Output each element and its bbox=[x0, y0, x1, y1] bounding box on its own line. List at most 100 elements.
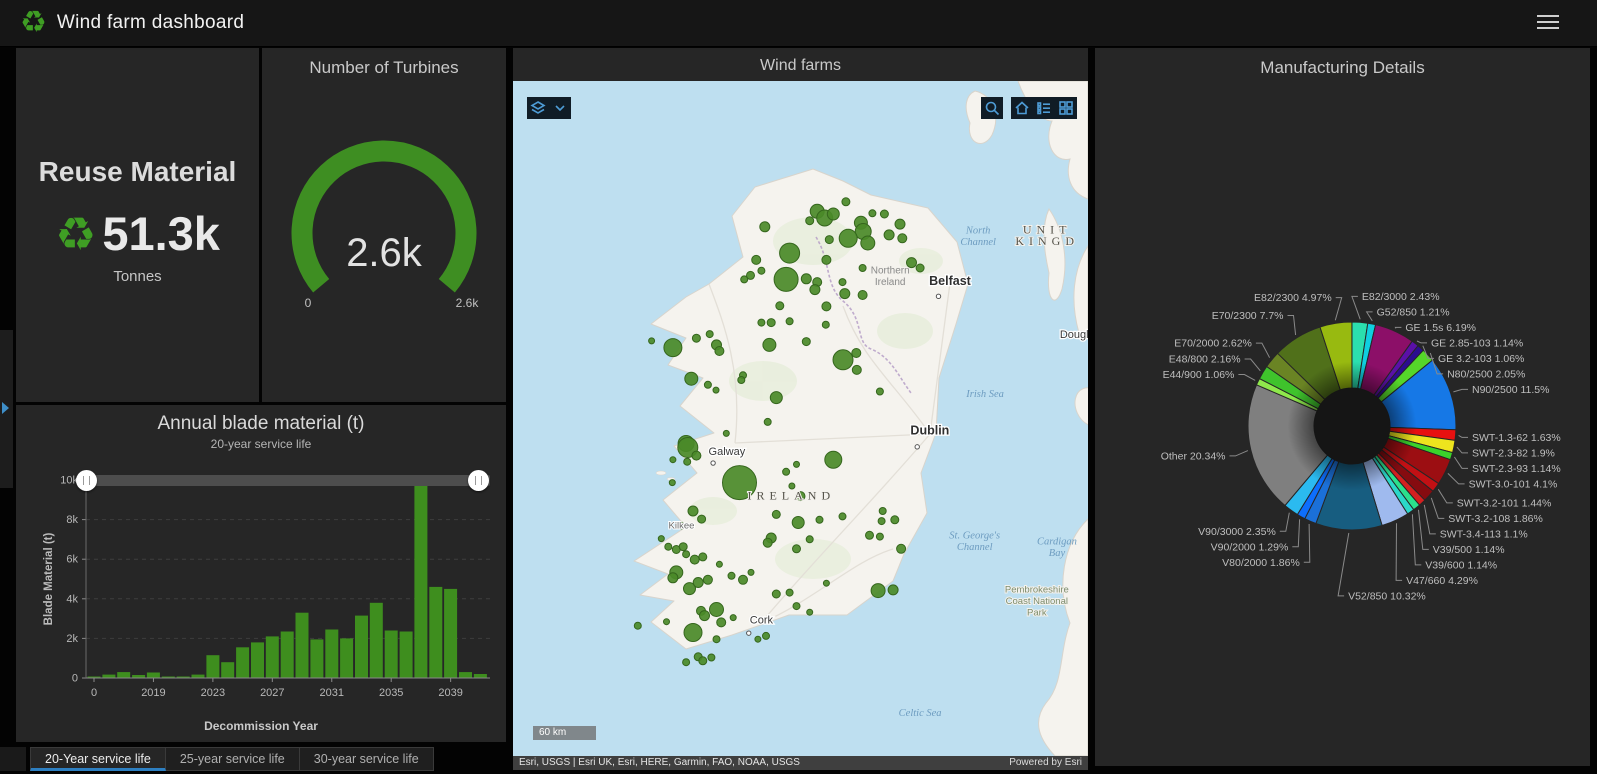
bar-2024[interactable] bbox=[221, 662, 235, 678]
bar-2028[interactable] bbox=[280, 631, 294, 679]
wind-farm-marker[interactable] bbox=[698, 656, 708, 666]
wind-farm-marker[interactable] bbox=[826, 207, 840, 221]
wind-farm-marker[interactable] bbox=[683, 623, 703, 642]
wind-farm-marker[interactable] bbox=[793, 460, 800, 468]
wind-farm-marker[interactable] bbox=[657, 535, 665, 543]
wind-farm-marker[interactable] bbox=[663, 618, 670, 626]
wind-farm-marker[interactable] bbox=[801, 337, 811, 347]
wind-farm-marker[interactable] bbox=[740, 275, 749, 284]
wind-farm-marker[interactable] bbox=[883, 229, 895, 241]
wind-farm-marker[interactable] bbox=[762, 537, 773, 548]
wind-farm-marker[interactable] bbox=[868, 209, 877, 218]
wind-farm-marker[interactable] bbox=[821, 320, 830, 329]
wind-farm-marker[interactable] bbox=[838, 228, 858, 248]
wind-farm-marker[interactable] bbox=[692, 577, 704, 588]
wind-farm-marker[interactable] bbox=[824, 450, 843, 469]
wind-farm-marker[interactable] bbox=[759, 221, 771, 233]
wind-farm-marker[interactable] bbox=[705, 330, 714, 339]
wind-farm-marker[interactable] bbox=[879, 209, 889, 219]
wind-farm-marker[interactable] bbox=[851, 348, 862, 358]
bar-2036[interactable] bbox=[399, 631, 413, 679]
wind-farm-marker[interactable] bbox=[894, 218, 906, 230]
wind-farm-marker[interactable] bbox=[633, 621, 642, 630]
tab-30-year-service-life[interactable]: 30-year service life bbox=[299, 747, 434, 771]
wind-farm-marker[interactable] bbox=[839, 288, 851, 300]
wind-farm-marker[interactable] bbox=[877, 517, 886, 526]
map-canvas[interactable]: Belfast Dublin Galway Cork Kilkee Northern Ire… bbox=[513, 81, 1088, 756]
wind-farm-marker[interactable] bbox=[887, 584, 899, 596]
wind-farm-marker[interactable] bbox=[800, 273, 812, 285]
wind-farm-marker[interactable] bbox=[821, 301, 832, 312]
wind-farm-marker[interactable] bbox=[747, 568, 755, 576]
wind-farm-marker[interactable] bbox=[687, 505, 699, 517]
wind-farm-marker[interactable] bbox=[782, 467, 791, 476]
wind-farm-marker[interactable] bbox=[698, 552, 708, 562]
map-basemap-button[interactable] bbox=[1055, 97, 1077, 119]
wind-farm-marker[interactable] bbox=[712, 386, 720, 394]
wind-farm-marker[interactable] bbox=[779, 242, 801, 264]
wind-farm-marker[interactable] bbox=[766, 318, 776, 328]
bar-2037[interactable] bbox=[414, 485, 428, 678]
wind-farm-marker[interactable] bbox=[669, 456, 677, 464]
wind-farm-marker[interactable] bbox=[678, 542, 688, 552]
tab-25-year-service-life[interactable]: 25-year service life bbox=[165, 747, 300, 771]
bar-2040[interactable] bbox=[459, 672, 472, 678]
year-range-slider-track[interactable] bbox=[86, 475, 490, 486]
wind-farm-marker[interactable] bbox=[815, 515, 824, 524]
range-slider-handle-right[interactable] bbox=[468, 470, 489, 491]
wind-farm-marker[interactable] bbox=[865, 530, 874, 540]
wind-farm-marker[interactable] bbox=[763, 417, 772, 426]
wind-farm-marker[interactable] bbox=[703, 380, 712, 389]
tab-20-year-service-life[interactable]: 20-Year service life bbox=[30, 747, 166, 771]
map-home-button[interactable] bbox=[1011, 97, 1033, 119]
wind-farm-marker[interactable] bbox=[697, 514, 707, 524]
wind-farm-marker[interactable] bbox=[809, 284, 821, 296]
wind-farm-marker[interactable] bbox=[838, 278, 847, 287]
wind-farm-marker[interactable] bbox=[857, 290, 868, 300]
wind-farm-marker[interactable] bbox=[792, 544, 801, 554]
wind-farm-marker[interactable] bbox=[792, 602, 801, 611]
wind-farm-marker[interactable] bbox=[709, 602, 724, 617]
wind-farm-marker[interactable] bbox=[757, 266, 766, 275]
wind-farm-marker[interactable] bbox=[667, 572, 679, 584]
wind-farm-marker[interactable] bbox=[897, 233, 908, 244]
bar-2039[interactable] bbox=[444, 588, 458, 678]
wind-farm-marker[interactable] bbox=[822, 579, 830, 587]
wind-farm-marker[interactable] bbox=[771, 509, 781, 519]
wind-farm-marker[interactable] bbox=[751, 254, 762, 265]
wind-farm-marker[interactable] bbox=[664, 542, 673, 551]
wind-farm-marker[interactable] bbox=[875, 532, 884, 541]
wind-farm-marker[interactable] bbox=[806, 608, 814, 616]
wind-farm-marker[interactable] bbox=[716, 617, 727, 628]
wind-farm-marker[interactable] bbox=[682, 658, 691, 667]
wind-farm-marker[interactable] bbox=[682, 550, 691, 559]
wind-farm-marker[interactable] bbox=[727, 571, 736, 580]
wind-farm-marker[interactable] bbox=[683, 457, 692, 466]
layers-dropdown-button[interactable] bbox=[549, 97, 571, 119]
wind-farm-marker[interactable] bbox=[737, 376, 746, 384]
wind-farm-marker[interactable] bbox=[775, 301, 785, 311]
wind-farm-marker[interactable] bbox=[805, 535, 814, 544]
wind-farm-marker[interactable] bbox=[890, 515, 900, 525]
bar-2022[interactable] bbox=[191, 674, 205, 678]
wind-farm-marker[interactable] bbox=[832, 349, 854, 371]
wind-farm-marker[interactable] bbox=[875, 387, 884, 396]
wind-farm-marker[interactable] bbox=[691, 450, 702, 461]
hamburger-menu-icon[interactable] bbox=[1537, 15, 1559, 31]
wind-farm-marker[interactable] bbox=[762, 631, 770, 640]
wind-farm-marker[interactable] bbox=[722, 429, 730, 437]
bar-2031[interactable] bbox=[325, 629, 339, 679]
bar-2038[interactable] bbox=[429, 586, 443, 678]
wind-farm-marker[interactable] bbox=[878, 507, 887, 515]
bar-2017[interactable] bbox=[117, 672, 131, 678]
wind-farm-marker[interactable] bbox=[757, 318, 766, 327]
bar-2030[interactable] bbox=[310, 639, 324, 678]
wind-farm-marker[interactable] bbox=[785, 588, 794, 597]
wind-farm-marker[interactable] bbox=[762, 337, 777, 352]
map-layers-button[interactable] bbox=[527, 97, 549, 119]
wind-farm-marker[interactable] bbox=[707, 653, 716, 662]
wind-farm-marker[interactable] bbox=[791, 516, 805, 529]
wind-farm-marker[interactable] bbox=[771, 589, 781, 599]
wind-farm-marker[interactable] bbox=[699, 610, 710, 622]
wind-farm-marker[interactable] bbox=[668, 479, 676, 487]
